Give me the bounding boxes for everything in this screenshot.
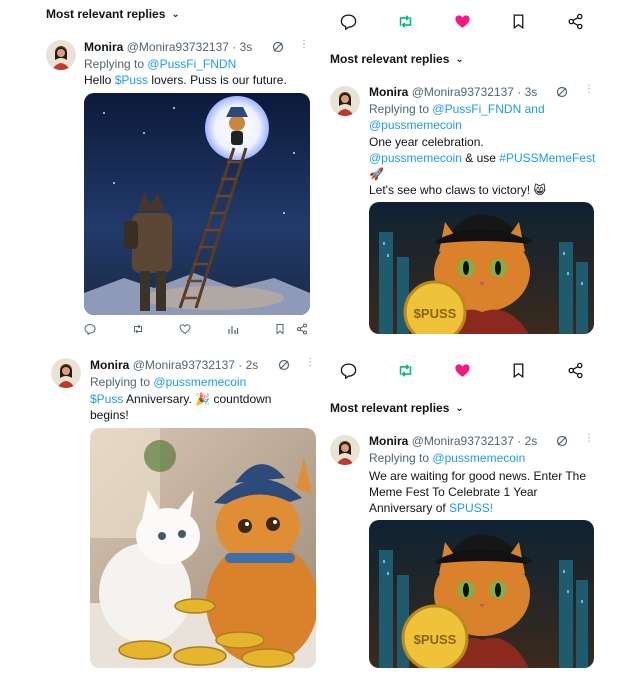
display-name[interactable]: Monira bbox=[84, 40, 123, 54]
chevron-down-icon: ⌄ bbox=[455, 54, 464, 65]
timestamp[interactable]: · 3s bbox=[517, 85, 537, 99]
mention-link[interactable]: @pussmemecoin bbox=[153, 375, 246, 389]
cashtag-link[interactable]: $Puss bbox=[90, 392, 123, 406]
mention-link[interactable]: @PussFi_FNDN bbox=[432, 102, 521, 116]
hashtag-link[interactable]: #PUSSMemeFest bbox=[499, 151, 595, 165]
bookmark-icon[interactable] bbox=[510, 13, 527, 30]
chevron-down-icon: ⌄ bbox=[455, 403, 464, 414]
tweet-header: Monira @Monira93732137 · 2s bbox=[90, 358, 258, 372]
share-icon[interactable] bbox=[296, 323, 308, 335]
mention-link[interactable]: @pussmemecoin bbox=[369, 151, 462, 165]
tweet-header: Monira @Monira93732137 · 3s bbox=[84, 40, 252, 54]
like-icon[interactable] bbox=[179, 323, 191, 335]
replying-label: Replying to bbox=[90, 375, 151, 389]
views-icon[interactable] bbox=[227, 323, 239, 335]
coin-label: $PUSS bbox=[414, 306, 457, 321]
tweet-image-cat-coin[interactable]: $PUSS bbox=[369, 520, 594, 668]
rocket-emoji: 🚀 bbox=[369, 167, 384, 181]
reply-icon[interactable] bbox=[340, 362, 357, 379]
tweet-text-part: Hello bbox=[84, 73, 112, 87]
dropdown-label: Most relevant replies bbox=[46, 7, 166, 21]
share-icon[interactable] bbox=[567, 362, 584, 379]
tweet-text-part: Anniversary. 🎉 countdown bbox=[126, 392, 272, 406]
grok-icon[interactable] bbox=[556, 86, 568, 98]
chevron-down-icon: ⌄ bbox=[171, 9, 180, 20]
most-relevant-replies-dropdown[interactable]: Most relevant replies ⌄ bbox=[46, 7, 180, 21]
retweet-icon[interactable] bbox=[397, 362, 414, 379]
cashtag-link[interactable]: $Puss bbox=[115, 73, 148, 87]
mention-link[interactable]: @pussmemecoin bbox=[432, 451, 525, 465]
like-icon[interactable] bbox=[454, 362, 471, 379]
reply-icon[interactable] bbox=[340, 13, 357, 30]
timestamp[interactable]: · 3s bbox=[232, 40, 252, 54]
avatar[interactable] bbox=[330, 86, 360, 116]
tweet-text-part: & use bbox=[465, 151, 496, 165]
bookmark-icon[interactable] bbox=[274, 323, 286, 335]
replying-to: Replying to @PussFi_FNDN and bbox=[369, 101, 545, 117]
like-icon[interactable] bbox=[454, 13, 471, 30]
handle[interactable]: @Monira93732137 bbox=[133, 358, 235, 372]
timestamp[interactable]: · 2s bbox=[238, 358, 258, 372]
replying-to: Replying to @pussmemecoin bbox=[90, 374, 246, 390]
tweet-actions bbox=[84, 322, 308, 336]
tweet-text-line: Anniversary of SPUSS! bbox=[369, 500, 493, 516]
tweet-actions-top bbox=[340, 361, 584, 379]
bookmark-icon[interactable] bbox=[510, 362, 527, 379]
cashtag-link[interactable]: SPUSS! bbox=[449, 501, 493, 515]
most-relevant-replies-dropdown[interactable]: Most relevant replies ⌄ bbox=[330, 52, 464, 66]
display-name[interactable]: Monira bbox=[90, 358, 129, 372]
mention-link[interactable]: @pussmemecoin bbox=[369, 118, 462, 132]
tweet-actions-top bbox=[340, 12, 584, 30]
replying-to-cont: @pussmemecoin bbox=[369, 117, 462, 133]
tweet-text-part: Anniversary of bbox=[369, 501, 446, 515]
tweet-image-kittens[interactable] bbox=[90, 428, 316, 668]
avatar[interactable] bbox=[51, 358, 81, 388]
bookmark-actions bbox=[274, 323, 308, 335]
retweet-icon[interactable] bbox=[397, 13, 414, 30]
timestamp[interactable]: · 2s bbox=[517, 434, 537, 448]
grok-icon[interactable] bbox=[556, 435, 568, 447]
replying-and: and bbox=[524, 102, 545, 116]
handle[interactable]: @Monira93732137 bbox=[412, 85, 514, 99]
share-icon[interactable] bbox=[567, 13, 584, 30]
tweet-text-line: @pussmemecoin & use #PUSSMemeFest bbox=[369, 150, 595, 166]
tweet-text-line: Meme Fest To Celebrate 1 Year bbox=[369, 485, 538, 499]
tweet-text-part: lovers. Puss is our future. bbox=[151, 73, 287, 87]
dropdown-label: Most relevant replies bbox=[330, 401, 450, 415]
replying-to: Replying to @pussmemecoin bbox=[369, 450, 525, 466]
tweet-text: Hello $Puss lovers. Puss is our future. bbox=[84, 72, 287, 88]
tweet-text-line: We are waiting for good news. Enter The bbox=[369, 469, 587, 483]
replying-label: Replying to bbox=[84, 57, 145, 71]
more-icon[interactable]: ⋮ bbox=[299, 39, 309, 50]
more-icon[interactable]: ⋮ bbox=[584, 433, 594, 444]
grok-icon[interactable] bbox=[272, 41, 284, 53]
tweet-text-line: begins! bbox=[90, 408, 129, 422]
coin-label: $PUSS bbox=[414, 632, 457, 647]
tweet-header: Monira @Monira93732137 · 2s bbox=[369, 434, 537, 448]
avatar[interactable] bbox=[330, 435, 360, 465]
most-relevant-replies-dropdown[interactable]: Most relevant replies ⌄ bbox=[330, 401, 464, 415]
mention-link[interactable]: @PussFi_FNDN bbox=[147, 57, 236, 71]
tweet-text: $Puss Anniversary. 🎉 countdown bbox=[90, 391, 271, 407]
avatar[interactable] bbox=[46, 40, 76, 70]
handle[interactable]: @Monira93732137 bbox=[412, 434, 514, 448]
more-icon[interactable]: ⋮ bbox=[305, 357, 315, 368]
retweet-icon[interactable] bbox=[132, 323, 144, 335]
reply-icon[interactable] bbox=[84, 323, 96, 335]
tweet-header: Monira @Monira93732137 · 3s bbox=[369, 85, 537, 99]
tweet-text-line: Let's see who claws to victory! 😸 bbox=[369, 183, 546, 197]
replying-label: Replying to bbox=[369, 102, 430, 116]
replying-label: Replying to bbox=[369, 451, 430, 465]
handle[interactable]: @Monira93732137 bbox=[127, 40, 229, 54]
more-icon[interactable]: ⋮ bbox=[584, 84, 594, 95]
tweet-text-line: One year celebration. bbox=[369, 135, 484, 149]
display-name[interactable]: Monira bbox=[369, 434, 408, 448]
tweet-image-ladder-moon[interactable] bbox=[84, 93, 310, 315]
tweet-image-cat-coin[interactable]: $PUSS bbox=[369, 202, 594, 334]
grok-icon[interactable] bbox=[278, 359, 290, 371]
dropdown-label: Most relevant replies bbox=[330, 52, 450, 66]
replying-to: Replying to @PussFi_FNDN bbox=[84, 56, 236, 72]
display-name[interactable]: Monira bbox=[369, 85, 408, 99]
